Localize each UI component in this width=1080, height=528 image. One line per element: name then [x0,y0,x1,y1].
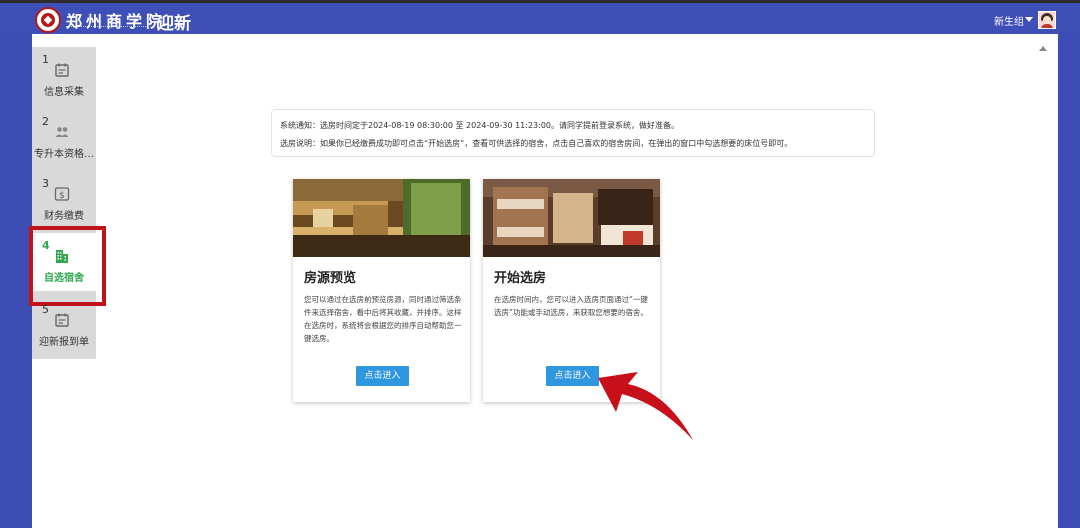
scroll-up-icon[interactable] [1039,46,1047,51]
start-selection-image [483,179,660,257]
step-number: 1 [42,53,49,66]
notice-line-time: 系统通知：选房时间定于2024-08-19 08:30:00 至 2024-09… [280,121,680,130]
school-name-underline [66,26,148,29]
step-finance-payment[interactable]: 3 $ 财务缴费 [32,171,96,229]
card-title: 开始选房 [494,271,547,286]
step-label: 迎新报到单 [39,337,89,348]
step-info-collection[interactable]: 1 信息采集 [32,47,96,105]
step-label: 财务缴费 [44,211,84,222]
pointer-arrow-icon [598,372,693,440]
enter-start-selection-button[interactable]: 点击进入 [546,366,599,386]
app-title: 迎新 [157,14,191,34]
card-description: 在选房时间内，您可以进入选房页面通过“一键选房”功能或手动选房，来获取您想要的宿… [494,295,648,317]
school-seal-logo [35,7,61,33]
step-registration-form[interactable]: 5 迎新报到单 [32,297,96,355]
step-number: 3 [42,177,49,190]
card-room-preview: 房源预览 您可以通过在选房前预览房源，同时通过筛选条件来选择宿舍，看中后将其收藏… [293,179,470,402]
room-preview-image [293,179,470,257]
avatar[interactable] [1038,11,1056,29]
step-label: 信息采集 [44,87,84,98]
calendar-icon [55,63,69,77]
enter-room-preview-button[interactable]: 点击进入 [356,366,409,386]
svg-text:$: $ [59,191,65,201]
step-number: 5 [42,303,49,316]
chevron-down-icon[interactable] [1025,17,1033,22]
card-title: 房源预览 [304,271,357,286]
user-menu-name[interactable]: 新生组 [994,13,1024,28]
system-notice: 系统通知：选房时间定于2024-08-19 08:30:00 至 2024-09… [271,109,875,157]
step-label: 专升本资格… [34,149,94,160]
dollar-icon: $ [54,187,70,201]
card-start-selection: 开始选房 在选房时间内，您可以进入选房页面通过“一键选房”功能或手动选房，来获取… [483,179,660,402]
step-upgrade-qualification[interactable]: 2 专升本资格… [32,109,96,167]
users-icon [55,127,69,137]
app-header: 郑州商学院 迎新 新生组 [0,3,1080,34]
calendar-icon [55,313,69,327]
card-description: 您可以通过在选房前预览房源，同时通过筛选条件来选择宿舍，看中后将其收藏，并排序。… [304,295,462,343]
step-number: 2 [42,115,49,128]
highlight-box [29,226,106,306]
notice-line-instructions: 选房说明：如果你已经缴费成功即可点击“开始选房”，查看可供选择的宿舍，点击自己喜… [280,139,793,148]
